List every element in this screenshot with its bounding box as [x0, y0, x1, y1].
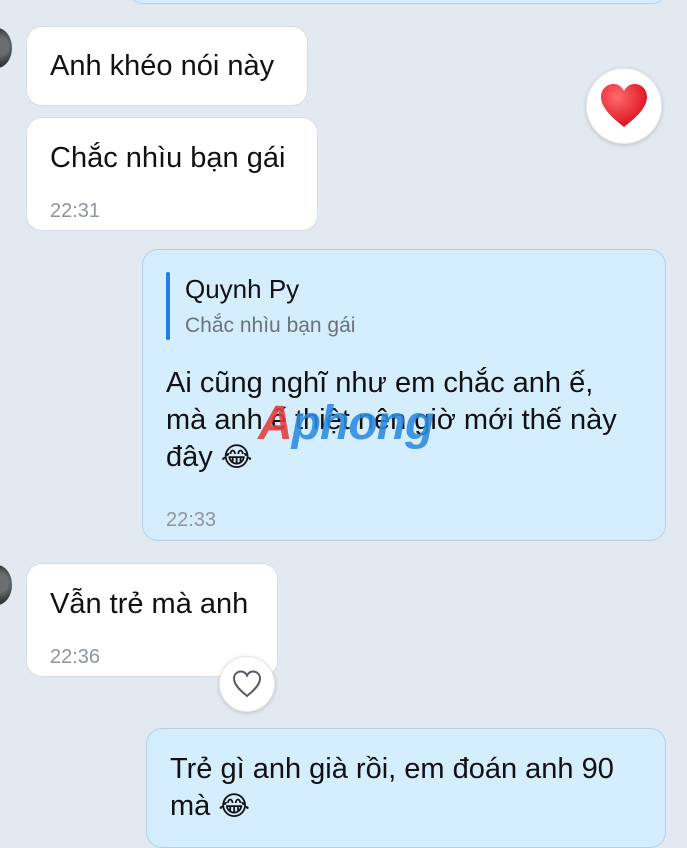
message-timestamp: 22:36 [50, 646, 101, 668]
laughing-emoji-icon: 😂 [218, 791, 250, 822]
contact-avatar[interactable] [0, 565, 12, 605]
message-timestamp: 22:33 [166, 509, 217, 531]
heart-icon [601, 84, 647, 127]
heart-reaction-badge[interactable] [586, 68, 662, 144]
reply-quote-text: Chắc nhìu bạn gái [185, 314, 356, 337]
incoming-message-bubble[interactable]: Chắc nhìu bạn gái 22:31 [26, 117, 318, 231]
message-text-line: đây 😂 [166, 438, 252, 477]
previous-message-bubble[interactable] [130, 0, 665, 4]
message-text: Vẫn trẻ mà anh [50, 588, 249, 620]
message-text: Anh khéo nói này [50, 50, 275, 82]
message-text: mà [170, 790, 211, 822]
add-reaction-button[interactable] [219, 656, 275, 712]
reply-author: Quynh Py [185, 274, 300, 304]
message-text-line: Trẻ gì anh già rồi, em đoán anh 90 [170, 753, 614, 785]
message-text: đây [166, 441, 213, 473]
message-text: Chắc nhìu bạn gái [50, 142, 286, 174]
message-timestamp: 22:31 [50, 200, 101, 222]
incoming-message-bubble[interactable]: Anh khéo nói này [26, 26, 308, 106]
message-text-line: Ai cũng nghĩ như em chắc anh ế, [166, 367, 594, 399]
message-text-line: mà 😂 [170, 787, 250, 826]
heart-outline-icon [232, 670, 262, 698]
message-text-line: mà anh ế thiệt nên giờ mới thế này [166, 404, 617, 436]
reply-quote-bar [166, 272, 170, 340]
outgoing-message-bubble[interactable]: Trẻ gì anh già rồi, em đoán anh 90 mà 😂 [146, 728, 666, 848]
contact-avatar[interactable] [0, 28, 12, 68]
outgoing-message-bubble[interactable]: Quynh Py Chắc nhìu bạn gái Ai cũng nghĩ … [142, 249, 666, 541]
laughing-emoji-icon: 😂 [220, 442, 253, 473]
